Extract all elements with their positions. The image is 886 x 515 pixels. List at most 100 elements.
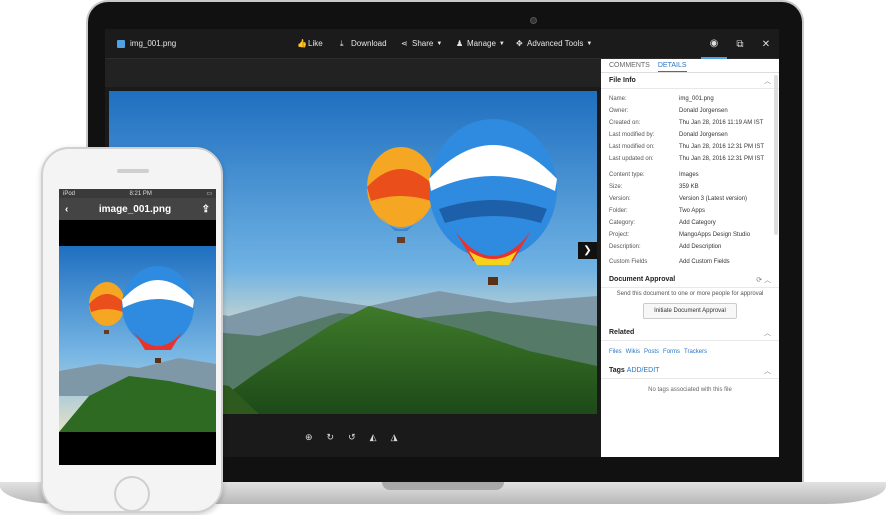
person-icon: ♟ [456, 38, 464, 48]
tags-title-wrap: Tags ADD/EDIT [609, 367, 659, 374]
related-wikis-link[interactable]: Wikis [626, 349, 640, 355]
download-label: Download [351, 39, 387, 48]
flip-horizontal-icon[interactable]: ◭ [370, 432, 377, 443]
info-key: Owner: [609, 108, 629, 114]
related-title: Related [609, 329, 635, 336]
phone-home-button[interactable] [114, 476, 150, 512]
carrier-label: iPod [63, 190, 76, 197]
info-row: Name: img_001.png [609, 93, 771, 105]
initiate-approval-button[interactable]: Initiate Document Approval [643, 303, 737, 319]
manage-button[interactable]: ♟ Manage ▼ [456, 39, 505, 48]
rotate-right-icon[interactable]: ↻ [327, 432, 335, 443]
related-links: Files Wikis Posts Forms Trackers [601, 341, 779, 363]
file-name-label: img_001.png [130, 39, 177, 48]
time-label: 8:21 PM [129, 190, 152, 197]
panel-tabs: COMMENTS DETAILS [601, 59, 779, 73]
related-forms-link[interactable]: Forms [663, 349, 680, 355]
related-posts-link[interactable]: Posts [644, 349, 659, 355]
info-value: Donald Jorgensen [679, 108, 728, 114]
related-trackers-link[interactable]: Trackers [684, 349, 707, 355]
file-info-header[interactable]: File Info ︿ [601, 73, 779, 89]
approval-text: Send this document to one or more people… [616, 291, 764, 297]
project-link[interactable]: MangoApps Design Studio [679, 232, 750, 238]
info-row: Created on: Thu Jan 28, 2016 11:19 AM IST [609, 117, 771, 129]
info-row: Size: 359 KB [609, 181, 771, 193]
info-row: Version: Version 3 (Latest version) [609, 193, 771, 205]
add-description-link[interactable]: Add Description [679, 244, 721, 250]
add-category-link[interactable]: Add Category [679, 220, 716, 226]
file-info-title: File Info [609, 77, 636, 84]
background-page-header [105, 59, 601, 87]
approval-title: Document Approval [609, 276, 676, 283]
tags-title: Tags [609, 367, 625, 374]
info-row: Last modified on: Thu Jan 28, 2016 12:31 … [609, 141, 771, 153]
file-info-list: Name: img_001.png Owner: Donald Jorgensen … [601, 89, 779, 268]
info-key: Created on: [609, 120, 641, 126]
phone-device: iPod 8:21 PM ▭ ‹ image_001.png ⇪ [41, 147, 223, 513]
no-tags-text: No tags associated with this file [648, 387, 732, 393]
info-key: Last modified on: [609, 144, 655, 150]
info-row: Last modified by: Donald Jorgensen [609, 129, 771, 141]
share-button[interactable]: ⋖ Share ▼ [401, 39, 442, 48]
manage-label: Manage [467, 39, 496, 48]
advanced-tools-button[interactable]: ✥ Advanced Tools ▼ [516, 39, 592, 48]
image-tools: ⊕ ↻ ↺ ◭ ◮ [305, 432, 397, 443]
add-custom-fields-link[interactable]: Add Custom Fields [679, 259, 730, 265]
info-row: Folder: Two Apps [609, 205, 771, 217]
phone-screen: iPod 8:21 PM ▭ ‹ image_001.png ⇪ [59, 189, 216, 465]
info-value: Version 3 (Latest version) [679, 196, 748, 202]
info-row: Owner: Donald Jorgensen [609, 105, 771, 117]
info-key: Name: [609, 96, 627, 102]
device-mockup: img_001.png 👍 Like ⤓ Download ⋖ Share ▼ … [0, 0, 886, 515]
like-button[interactable]: 👍 Like [297, 39, 323, 48]
info-row: Category: Add Category [609, 217, 771, 229]
approval-header[interactable]: Document Approval ⟳ ︿ [601, 272, 779, 288]
tab-details[interactable]: DETAILS [657, 59, 687, 72]
phone-balloon-photo [59, 246, 216, 432]
info-row: Content type: Images [609, 169, 771, 181]
open-external-icon[interactable]: ⧉ [727, 29, 753, 59]
flip-vertical-icon[interactable]: ◮ [391, 432, 398, 443]
info-key: Size: [609, 184, 623, 190]
chevron-up-icon: ︿ [764, 77, 771, 85]
info-key: Description: [609, 244, 641, 250]
phone-speaker [117, 169, 149, 173]
related-files-link[interactable]: Files [609, 349, 622, 355]
details-toggle-icon[interactable]: ◉ [701, 29, 727, 59]
download-button[interactable]: ⤓ Download [340, 39, 387, 48]
phone-title: image_001.png [98, 203, 172, 215]
phone-nav-bar: ‹ image_001.png ⇪ [59, 198, 216, 220]
share-icon[interactable]: ⇪ [202, 204, 210, 215]
close-icon[interactable]: ✕ [753, 29, 779, 59]
file-name: img_001.png [117, 39, 176, 48]
panel-scrollbar[interactable] [774, 75, 778, 235]
battery-icon: ▭ [206, 191, 212, 197]
refresh-icon[interactable]: ⟳ ︿ [756, 275, 771, 285]
chevron-down-icon: ▼ [498, 40, 505, 47]
info-value: Images [679, 172, 699, 178]
details-panel: COMMENTS DETAILS File Info ︿ Name: img_00… [601, 59, 779, 457]
info-value: Thu Jan 28, 2016 12:31 PM IST [679, 156, 765, 162]
info-key: Custom Fields [609, 259, 648, 265]
info-row: Last updated on: Thu Jan 28, 2016 12:31 P… [609, 153, 771, 165]
viewer-toolbar: img_001.png 👍 Like ⤓ Download ⋖ Share ▼ … [105, 29, 779, 59]
phone-status-bar: iPod 8:21 PM ▭ [59, 189, 216, 198]
next-image-arrow[interactable]: ❯ [578, 242, 597, 259]
related-header[interactable]: Related ︿ [601, 325, 779, 341]
download-icon: ⤓ [340, 38, 344, 48]
tags-header[interactable]: Tags ADD/EDIT ︿ [601, 363, 779, 379]
rotate-left-icon[interactable]: ↺ [348, 432, 356, 443]
info-key: Content type: [609, 172, 645, 178]
info-value: Donald Jorgensen [679, 132, 728, 138]
info-key: Project: [609, 232, 630, 238]
back-icon[interactable]: ‹ [65, 204, 68, 215]
like-label: Like [308, 39, 323, 48]
zoom-in-icon[interactable]: ⊕ [305, 432, 313, 443]
info-key: Last updated on: [609, 156, 654, 162]
chevron-down-icon: ▼ [436, 40, 443, 47]
info-value: Two Apps [679, 208, 706, 214]
tab-comments[interactable]: COMMENTS [609, 59, 650, 72]
info-key: Last modified by: [609, 132, 655, 138]
info-value: img_001.png [679, 96, 714, 102]
tags-add-edit-link[interactable]: ADD/EDIT [627, 367, 660, 374]
